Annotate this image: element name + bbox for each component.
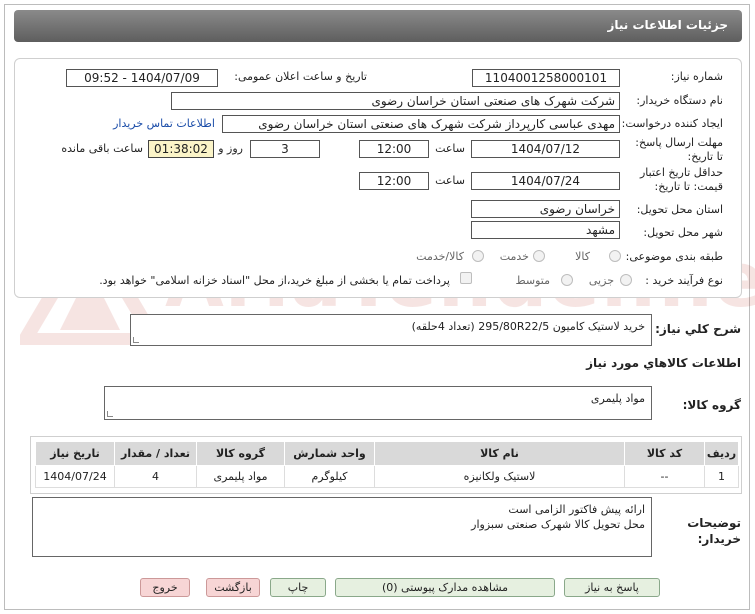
province-label: استان محل تحویل: <box>636 203 723 216</box>
items-table: ردیف کد کالا نام کالا واحد شمارش گروه کا… <box>35 441 739 488</box>
buyer-contact-link[interactable]: اطلاعات تماس خریدار <box>113 117 215 130</box>
cell-quantity: 4 <box>114 465 197 488</box>
cell-goods-group: مواد پلیمری <box>196 465 285 488</box>
col-header-item-name: نام کالا <box>374 441 625 466</box>
category-option-goods: کالا <box>575 250 590 263</box>
buyer-notes-label: توضیحات خریدار: <box>687 516 741 546</box>
category-option-goods-service: کالا/خدمت <box>416 250 464 263</box>
col-header-need-date: تاریخ نیاز <box>35 441 115 466</box>
back-button[interactable]: بازگشت <box>206 578 260 597</box>
exit-button[interactable]: خروج <box>140 578 190 597</box>
deadline-time-field[interactable]: 12:00 <box>359 140 429 158</box>
col-header-unit: واحد شمارش <box>284 441 375 466</box>
city-field[interactable]: مشهد <box>471 221 620 239</box>
province-field[interactable]: خراسان رضوی <box>471 200 620 218</box>
buyer-field[interactable]: شرکت شهرک های صنعتی استان خراسان رضوی <box>171 92 620 110</box>
deadline-label: مهلت ارسال پاسخ: تا تاریخ: <box>635 136 723 163</box>
need-number-field[interactable]: 1104001258000101 <box>472 69 620 87</box>
deadline-time-label: ساعت <box>435 142 465 155</box>
category-radio-goods[interactable] <box>609 250 621 262</box>
creator-field[interactable]: مهدی عباسی کارپرداز شرکت شهرک های صنعتی … <box>222 115 620 133</box>
days-remaining-field: 3 <box>250 140 320 158</box>
buyer-notes-line-2: محل تحویل کالا شهرک صنعتی سبزوار <box>471 518 645 531</box>
cell-item-name: لاستیک ولکانیزه <box>374 465 625 488</box>
reply-button[interactable]: پاسخ به نیاز <box>564 578 660 597</box>
buyer-label: نام دستگاه خریدار: <box>636 94 723 107</box>
summary-label: شرح کلي نياز: <box>655 322 741 336</box>
items-table-panel: ردیف کد کالا نام کالا واحد شمارش گروه کا… <box>30 436 742 494</box>
process-label: نوع فرآیند خرید : <box>645 274 723 287</box>
process-option-medium: متوسط <box>515 274 550 287</box>
remaining-hours-label: ساعت باقی مانده <box>61 142 143 155</box>
cell-need-date: 1404/07/24 <box>35 465 115 488</box>
table-row[interactable]: 1 -- لاستیک ولکانیزه کیلوگرم مواد پلیمری… <box>35 465 739 488</box>
cell-unit: کیلوگرم <box>284 465 375 488</box>
col-header-row-number: ردیف <box>704 441 739 466</box>
col-header-item-code: کد کالا <box>624 441 705 466</box>
days-label: روز و <box>218 142 243 155</box>
table-header-row: ردیف کد کالا نام کالا واحد شمارش گروه کا… <box>35 441 739 466</box>
deadline-date-field[interactable]: 1404/07/12 <box>471 140 620 158</box>
goods-group-label: گروه کالا: <box>682 398 741 412</box>
col-header-quantity: تعداد / مقدار <box>114 441 197 466</box>
need-number-label: شماره نیاز: <box>670 70 723 83</box>
category-radio-service[interactable] <box>533 250 545 262</box>
creator-label: ایجاد کننده درخواست: <box>621 117 723 130</box>
validity-time-field[interactable]: 12:00 <box>359 172 429 190</box>
page-title: جزئیات اطلاعات نیاز <box>607 18 728 32</box>
process-radio-medium[interactable] <box>561 274 573 286</box>
print-button[interactable]: چاپ <box>270 578 326 597</box>
col-header-goods-group: گروه کالا <box>196 441 285 466</box>
validity-date-field[interactable]: 1404/07/24 <box>471 172 620 190</box>
page-header: جزئیات اطلاعات نیاز <box>14 10 742 42</box>
cell-row-number: 1 <box>704 465 739 488</box>
category-option-service: خدمت <box>499 250 529 263</box>
resize-handle-icon[interactable] <box>133 337 139 343</box>
goods-info-title: اطلاعات کالاهاي مورد نياز <box>586 356 741 370</box>
buyer-notes-textarea[interactable]: ارائه پیش فاکتور الزامی است محل تحویل کا… <box>32 497 652 557</box>
treasury-payment-note: پرداخت تمام یا بخشی از مبلغ خرید،از محل … <box>99 274 450 287</box>
resize-handle-icon[interactable] <box>107 411 113 417</box>
cell-item-code: -- <box>624 465 705 488</box>
summary-text: خرید لاستیک کامیون 295/80R22/5 (تعداد 4ح… <box>411 320 645 333</box>
goods-group-textarea[interactable]: مواد پلیمری <box>104 386 652 420</box>
process-radio-minor[interactable] <box>620 274 632 286</box>
view-attachments-button[interactable]: مشاهده مدارک پیوستی (0) <box>335 578 555 597</box>
treasury-payment-checkbox[interactable] <box>460 272 472 284</box>
validity-time-label: ساعت <box>435 174 465 187</box>
validity-label: حداقل تاریخ اعتبار قیمت: تا تاریخ: <box>639 166 723 193</box>
announce-date-label: تاریخ و ساعت اعلان عمومی: <box>234 70 367 83</box>
category-label: طبقه بندی موضوعی: <box>625 250 723 263</box>
announce-date-field[interactable]: 1404/07/09 - 09:52 <box>66 69 218 87</box>
goods-group-value: مواد پلیمری <box>590 392 645 405</box>
summary-textarea[interactable]: خرید لاستیک کامیون 295/80R22/5 (تعداد 4ح… <box>130 314 652 346</box>
city-label: شهر محل تحویل: <box>643 226 723 239</box>
buyer-notes-line-1: ارائه پیش فاکتور الزامی است <box>508 503 645 516</box>
category-radio-goods-service[interactable] <box>472 250 484 262</box>
process-option-minor: جزیی <box>588 274 614 287</box>
countdown-timer: 01:38:02 <box>148 140 214 158</box>
